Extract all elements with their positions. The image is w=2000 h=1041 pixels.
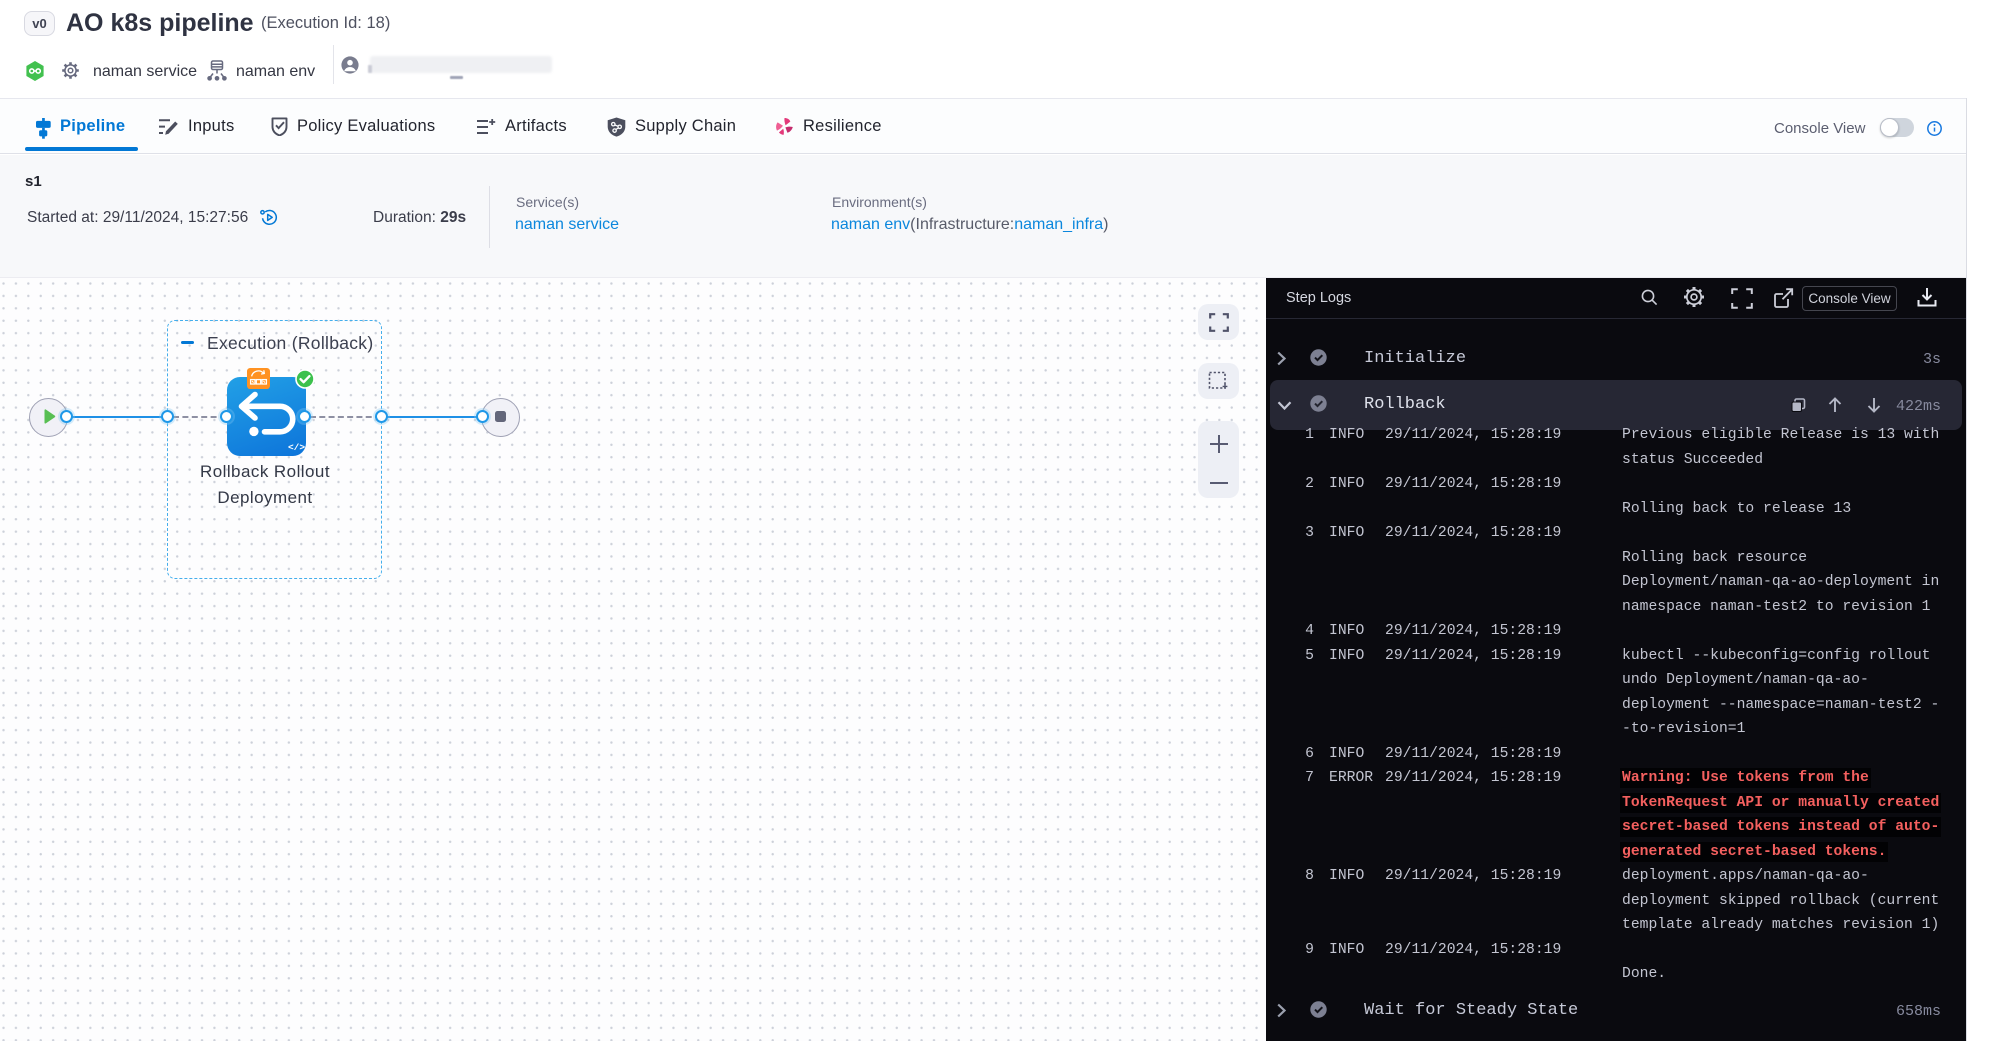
svg-text:</>: </> <box>288 442 305 453</box>
